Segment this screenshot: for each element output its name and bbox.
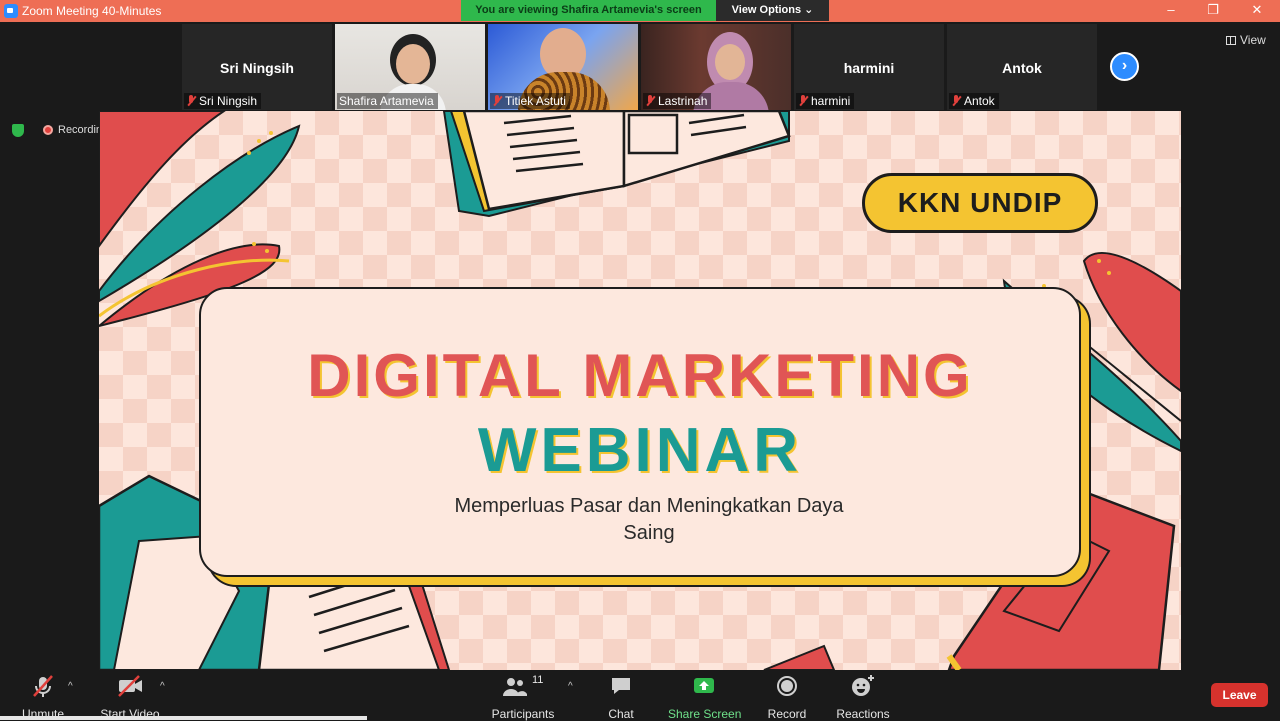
participant-name: Shafira Artamevia [339,94,434,108]
mic-muted-icon [951,95,961,107]
minimize-button[interactable]: – [1150,0,1192,22]
view-options-button[interactable]: View Options ⌄ [716,0,829,21]
participant-center-name: harmini [843,60,895,76]
participants-label: Participants [491,707,555,721]
close-button[interactable]: ✕ [1236,0,1278,22]
participant-name: Antok [964,94,995,108]
participant-name-tag: Antok [949,93,999,109]
view-button[interactable]: View [1226,33,1266,47]
restore-button[interactable]: ❐ [1192,0,1234,22]
slide-subtitle-line2: Saing [623,522,675,544]
mic-muted-icon [186,95,196,107]
slide-title-line2: WEBINAR [477,416,803,485]
chat-label: Chat [608,707,634,721]
participants-options-caret[interactable]: ^ [568,681,573,692]
participants-icon: 11 [498,674,548,698]
participant-tile-active[interactable]: Shafira Artamevia [335,24,485,110]
grid-view-icon [1226,35,1236,45]
chat-button[interactable]: Chat [603,674,639,721]
next-participants-button[interactable]: › [1110,52,1139,81]
participant-center-name: Antok [1002,60,1042,76]
participant-name-tag: Titiek Astuti [490,93,570,109]
participant-name: harmini [811,94,851,108]
slide-subtitle-line1: Memperluas Pasar dan Meningkatkan Daya [454,495,844,517]
record-dot-icon [43,125,53,135]
participant-name: Titiek Astuti [505,94,566,108]
record-button[interactable]: Record [766,674,808,721]
slide-title-line1: DIGITAL MARKETING [307,342,973,409]
participant-name-tag: Shafira Artamevia [337,93,438,109]
participant-strip: Sri Ningsih Sri Ningsih Shafira Artamevi… [182,22,1098,111]
window-title: Zoom Meeting 40-Minutes [22,4,162,18]
participant-name-tag: Sri Ningsih [184,93,262,109]
mic-muted-icon [798,95,808,107]
leave-button[interactable]: Leave [1211,683,1268,707]
security-shield-icon[interactable] [12,124,24,137]
slide-subtitle: Memperluas Pasar dan Meningkatkan Daya S… [429,493,869,547]
record-label: Record [767,707,807,721]
participant-name: Sri Ningsih [199,94,258,108]
zoom-app-icon [4,4,18,18]
share-screen-label: Share Screen [668,707,742,721]
participant-tile[interactable]: harmini harmini [794,24,944,110]
kkn-undip-badge: KKN UNDIP [862,173,1098,233]
participant-name-tag: Lastrinah [643,93,712,109]
mic-muted-icon [645,95,655,107]
reactions-icon [836,674,890,698]
participants-count: 11 [532,674,544,686]
reactions-button[interactable]: Reactions [836,674,890,721]
unmute-button[interactable]: Unmute [18,674,68,721]
bottom-progress-bar [0,716,367,720]
chat-icon [603,674,639,698]
meeting-toolbar: Unmute ^ Start Video ^ 11 Participants ^… [0,670,1280,721]
mic-muted-icon [492,95,502,107]
open-book-top-illustration [442,111,791,218]
video-off-icon [100,674,160,698]
participant-name: Lastrinah [658,94,708,108]
participant-tile[interactable]: Titiek Astuti [488,24,638,110]
view-label: View [1240,33,1266,47]
face-shape [396,44,430,84]
participants-button[interactable]: 11 Participants [490,674,556,721]
participant-name-tag: harmini [796,93,855,109]
viewing-screen-banner: You are viewing Shafira Artamevia's scre… [461,0,716,21]
shared-screen-slide: KKN UNDIP DIGITAL MARKETING WEBINAR Memp… [99,111,1181,670]
participant-tile[interactable]: Lastrinah [641,24,791,110]
reactions-label: Reactions [836,707,890,721]
share-screen-button[interactable]: Share Screen [668,674,742,721]
start-video-button[interactable]: Start Video [100,674,160,721]
face-shape [715,44,745,80]
participant-tile[interactable]: Sri Ningsih Sri Ningsih [182,24,332,110]
participant-center-name: Sri Ningsih [220,60,294,76]
record-icon [766,674,808,698]
mic-muted-icon [18,674,68,698]
participant-tile[interactable]: Antok Antok [947,24,1097,110]
video-options-caret[interactable]: ^ [160,681,165,692]
share-screen-icon [668,674,740,698]
audio-options-caret[interactable]: ^ [68,681,73,692]
